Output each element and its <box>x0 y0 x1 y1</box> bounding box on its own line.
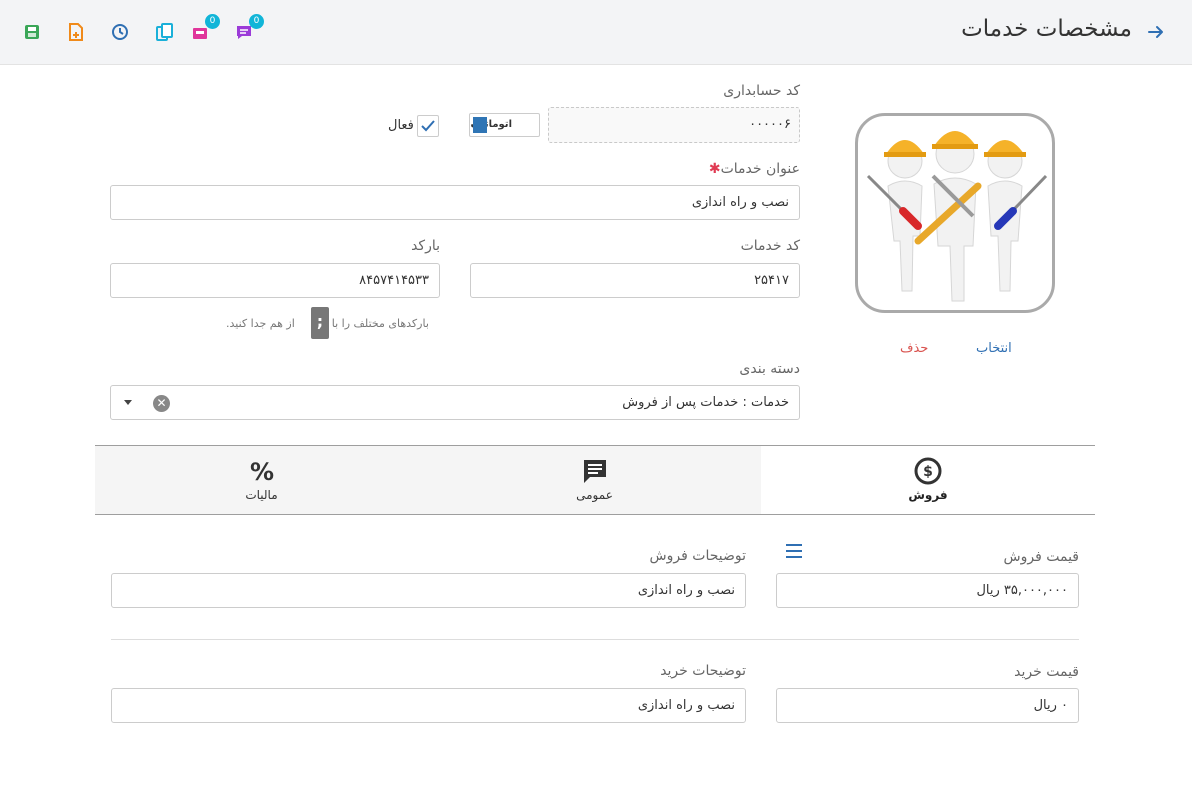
barcode-input[interactable]: ۸۴۵۷۴۱۴۵۳۳ <box>110 263 440 298</box>
dollar-icon: $ <box>914 457 942 485</box>
active-label: فعال <box>388 118 414 133</box>
comment-icon <box>583 460 606 483</box>
select-image-link[interactable]: انتخاب <box>976 341 1012 356</box>
back-arrow-icon[interactable] <box>1146 22 1166 42</box>
save-icon <box>25 25 39 39</box>
checkmark-icon <box>421 120 435 132</box>
service-title-input[interactable]: نصب و راه اندازی <box>110 185 800 220</box>
messages-badge: 0 <box>249 14 264 29</box>
svg-text:%: % <box>249 458 273 486</box>
service-title-label: عنوان خدمات✱ <box>705 161 800 177</box>
section-divider <box>111 639 1079 640</box>
accounting-code-label: کد حسابداری <box>723 83 800 99</box>
tab-tax[interactable]: % مالیات <box>95 446 428 514</box>
tab-sales[interactable]: $ فروش <box>761 446 1095 514</box>
sale-price-input[interactable]: ۳۵,۰۰۰,۰۰۰ ریال <box>776 573 1079 608</box>
percent-icon: % <box>249 458 273 486</box>
page-header: مشخصات خدمات 0 0 <box>0 0 1192 65</box>
dropdown-caret-icon[interactable] <box>124 400 132 405</box>
purchase-description-label: توضیحات خرید <box>660 663 746 679</box>
category-select[interactable]: خدمات : خدمات پس از فروش <box>110 385 800 420</box>
service-image <box>855 113 1055 313</box>
sale-description-label: توضیحات فروش <box>649 548 746 564</box>
add-file-icon <box>69 23 83 41</box>
tab-sales-label: فروش <box>908 488 948 502</box>
save-button[interactable] <box>21 21 43 43</box>
active-checkbox[interactable] <box>417 115 439 137</box>
history-button[interactable] <box>109 21 131 43</box>
svg-text:$: $ <box>923 464 933 480</box>
barcode-hint-before: بارکدهای مختلف را با <box>331 317 429 330</box>
sale-description-input[interactable]: نصب و راه اندازی <box>111 573 746 608</box>
app-root: مشخصات خدمات 0 0 کد حسابداری ۰۰۰۰۰۶ اتوم… <box>0 0 1192 795</box>
sale-price-label: قیمت فروش <box>1003 549 1079 565</box>
auto-code-button[interactable]: اتوماتیک <box>469 113 540 137</box>
separator-key: ; <box>311 307 329 339</box>
purchase-description-input[interactable]: نصب و راه اندازی <box>111 688 746 723</box>
service-code-input[interactable]: ۲۵۴۱۷ <box>470 263 800 298</box>
menu-icon[interactable] <box>785 544 803 558</box>
service-title-text: عنوان خدمات <box>720 161 800 177</box>
category-label: دسته بندی <box>739 361 800 377</box>
new-file-button[interactable] <box>65 21 87 43</box>
workers-illustration <box>866 131 1048 302</box>
inbox-button[interactable]: 0 <box>189 14 220 43</box>
tab-bar: $ فروش عمومی % مالیات <box>95 445 1095 515</box>
delete-image-link[interactable]: حذف <box>900 341 928 356</box>
accounting-code-field[interactable]: ۰۰۰۰۰۶ <box>548 107 800 143</box>
clear-selection-icon[interactable]: ✕ <box>153 395 170 412</box>
inbox-badge: 0 <box>205 14 220 29</box>
barcode-label: بارکد <box>411 238 440 254</box>
service-code-label: کد خدمات <box>740 238 800 254</box>
barcode-hint-after: از هم جدا کنید. <box>226 317 295 330</box>
copy-icon <box>156 23 173 41</box>
page-title: مشخصات خدمات <box>961 16 1132 42</box>
purchase-price-input[interactable]: ۰ ریال <box>776 688 1079 723</box>
messages-button[interactable]: 0 <box>233 14 264 43</box>
required-mark: ✱ <box>708 161 721 177</box>
copy-button[interactable] <box>154 21 176 43</box>
purchase-price-label: قیمت خرید <box>1014 664 1079 680</box>
tab-general-label: عمومی <box>576 488 613 502</box>
tab-tax-label: مالیات <box>245 488 278 502</box>
history-icon <box>112 24 128 40</box>
tab-general[interactable]: عمومی <box>428 446 761 514</box>
auto-toggle-indicator <box>473 117 487 133</box>
